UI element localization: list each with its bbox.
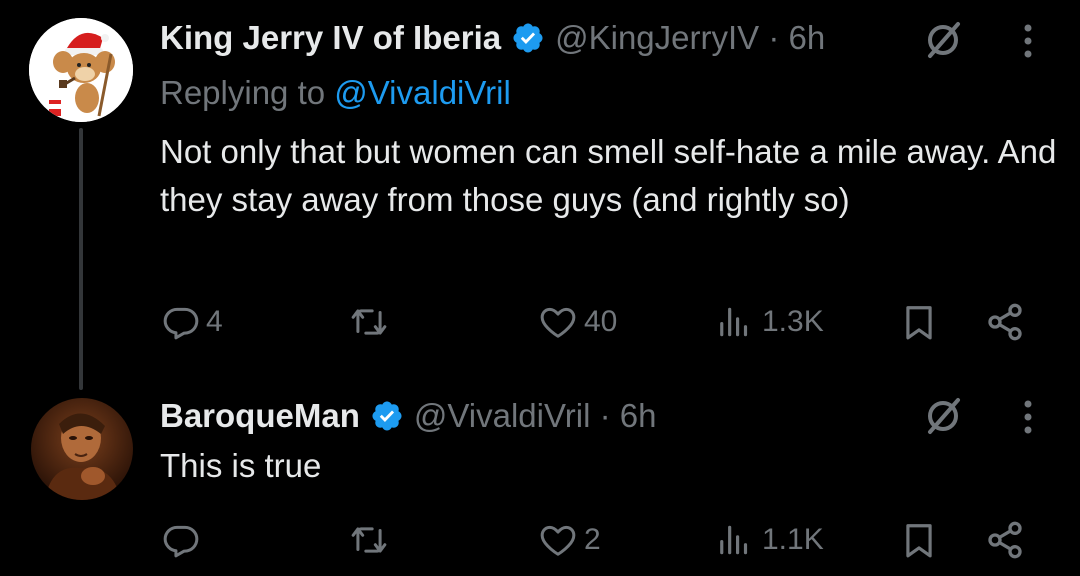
avatar-baroqueman[interactable] xyxy=(31,398,133,500)
avatar-kingjerry[interactable] xyxy=(29,18,133,122)
bookmark-button[interactable] xyxy=(900,297,938,347)
author-handle[interactable]: @VivaldiVril xyxy=(414,396,591,436)
share-icon xyxy=(988,521,1022,559)
grok-icon[interactable] xyxy=(922,20,964,60)
replying-to-mention[interactable]: @VivaldiVril xyxy=(334,74,511,111)
grok-icon[interactable] xyxy=(922,396,964,436)
like-button[interactable]: 2 xyxy=(538,515,601,565)
author-name[interactable]: BaroqueMan xyxy=(160,396,360,436)
baroque-painting-avatar-image xyxy=(31,398,133,500)
tweet-actions: 4 40 1.3K xyxy=(0,297,1080,347)
replying-prefix: Replying to xyxy=(160,74,335,111)
reply-button[interactable] xyxy=(162,515,206,565)
time-separator: · xyxy=(759,19,789,56)
tweet-time[interactable]: 6h xyxy=(789,18,826,58)
views-icon xyxy=(720,307,748,337)
share-button[interactable] xyxy=(984,515,1026,565)
tweet-time[interactable]: 6h xyxy=(620,396,657,436)
like-count: 40 xyxy=(584,305,618,338)
more-options-icon[interactable] xyxy=(1018,398,1038,436)
tweet-text: Not only that but women can smell self-h… xyxy=(160,133,1057,218)
views-button[interactable]: 1.3K xyxy=(716,297,824,347)
more-options-icon[interactable] xyxy=(1018,22,1038,60)
thread-connector-line xyxy=(79,128,83,390)
tweet-header: King Jerry IV of Iberia @KingJerryIV · 6… xyxy=(160,18,825,58)
like-count: 2 xyxy=(584,523,601,556)
jerry-mouse-avatar-image xyxy=(29,18,133,122)
tweet-actions: 2 1.1K xyxy=(0,515,1080,565)
verified-badge-icon[interactable] xyxy=(370,399,404,433)
bookmark-icon xyxy=(906,306,932,340)
tweet-baroqueman[interactable]: BaroqueMan @VivaldiVril · 6h This is tru… xyxy=(0,390,1080,576)
bookmark-icon xyxy=(906,524,932,558)
like-icon xyxy=(540,525,576,556)
replying-to-line: Replying to @VivaldiVril xyxy=(160,72,511,114)
views-button[interactable]: 1.1K xyxy=(716,515,824,565)
verified-badge-icon[interactable] xyxy=(511,21,545,55)
like-icon xyxy=(540,307,576,338)
repost-icon xyxy=(351,309,387,335)
share-icon xyxy=(988,303,1022,341)
share-button[interactable] xyxy=(984,297,1026,347)
repost-button[interactable] xyxy=(348,297,396,347)
reply-icon xyxy=(163,525,199,558)
author-handle[interactable]: @KingJerryIV xyxy=(555,18,759,58)
time-separator: · xyxy=(590,397,620,434)
views-count: 1.3K xyxy=(762,305,824,338)
repost-icon xyxy=(351,527,387,553)
repost-button[interactable] xyxy=(348,515,396,565)
views-icon xyxy=(720,525,748,555)
author-name[interactable]: King Jerry IV of Iberia xyxy=(160,18,501,58)
reply-button[interactable]: 4 xyxy=(162,297,223,347)
tweet-text: This is true xyxy=(160,447,322,484)
tweet-header: BaroqueMan @VivaldiVril · 6h xyxy=(160,396,656,436)
reply-icon xyxy=(163,307,199,340)
views-count: 1.1K xyxy=(762,523,824,556)
tweet-kingjerry[interactable]: King Jerry IV of Iberia @KingJerryIV · 6… xyxy=(0,0,1080,390)
bookmark-button[interactable] xyxy=(900,515,938,565)
like-button[interactable]: 40 xyxy=(538,297,617,347)
reply-count: 4 xyxy=(206,305,223,338)
